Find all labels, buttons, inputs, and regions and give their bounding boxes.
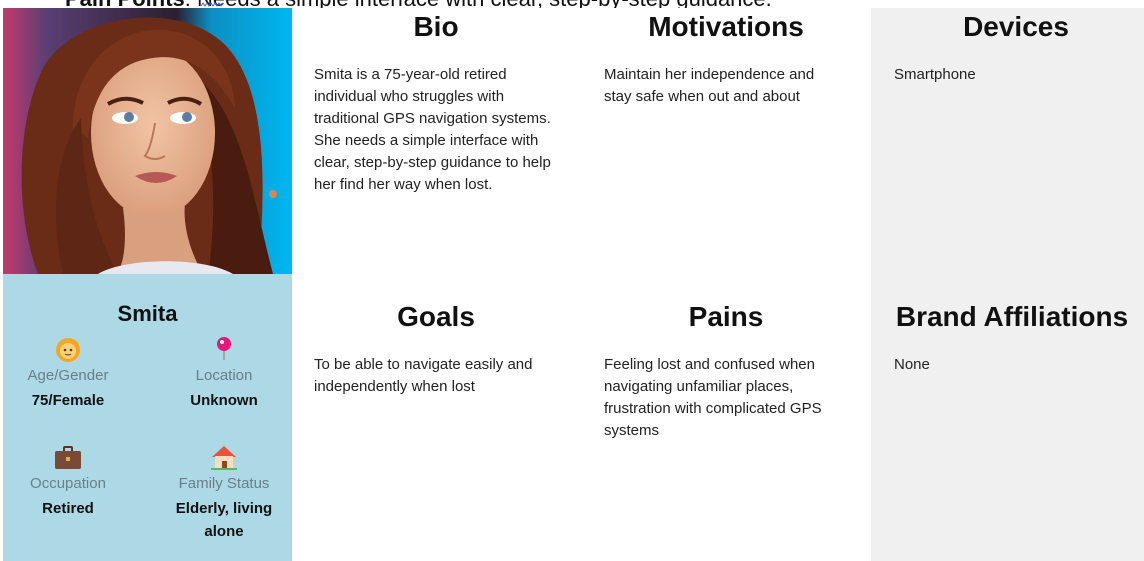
motivations-title: Motivations bbox=[648, 11, 804, 42]
devices-section: Devices Smartphone bbox=[880, 10, 1144, 86]
pain-points-heading: Pain Points bbox=[65, 0, 185, 8]
brand-affiliations-text: None bbox=[894, 356, 930, 373]
pains-text: Feeling lost and confused when navigatin… bbox=[604, 356, 822, 439]
motivations-text: Maintain her independence and stay safe … bbox=[604, 66, 815, 105]
motivations-section: Motivations Maintain her independence an… bbox=[590, 10, 862, 108]
goals-section: Goals To be able to navigate easily and … bbox=[300, 300, 572, 398]
stat-label: Family Status bbox=[178, 475, 270, 492]
person-icon bbox=[3, 334, 133, 364]
stat-label: Location bbox=[195, 367, 253, 384]
location-pin-icon bbox=[159, 334, 289, 364]
bio-title: Bio bbox=[413, 11, 459, 42]
brand-affiliations-title: Brand Affiliations bbox=[895, 301, 1129, 332]
stat-occupation: Occupation Retired bbox=[3, 442, 133, 520]
brand-affiliations-section: Brand Affiliations None bbox=[880, 300, 1144, 376]
bio-text: Smita is a 75-year-old retired individua… bbox=[314, 66, 551, 193]
bio-section: Bio Smita is a 75-year-old retired indiv… bbox=[300, 10, 572, 196]
stat-family-status: Family Status Elderly, living alone bbox=[159, 442, 289, 543]
stat-value: 75/Female bbox=[31, 392, 105, 409]
house-icon bbox=[159, 442, 289, 472]
pain-points-text: : Needs a simple interface with clear, s… bbox=[185, 0, 772, 8]
pains-section: Pains Feeling lost and confused when nav… bbox=[590, 300, 862, 442]
stat-value: Unknown bbox=[190, 392, 258, 409]
stat-value: Elderly, living alone bbox=[175, 500, 273, 540]
goals-text: To be able to navigate easily and indepe… bbox=[314, 356, 533, 395]
stat-location: Location Unknown bbox=[159, 334, 289, 412]
pains-title: Pains bbox=[688, 301, 764, 332]
persona-photo bbox=[3, 8, 292, 274]
persona-name: Smita bbox=[117, 301, 178, 326]
devices-column-background bbox=[871, 8, 1144, 561]
stat-age-gender: Age/Gender 75/Female bbox=[3, 334, 133, 412]
stat-label: Age/Gender bbox=[27, 367, 109, 384]
pain-points-line: Pain Points: Needs a simple interface wi… bbox=[65, 0, 772, 8]
briefcase-icon bbox=[3, 442, 133, 472]
top-text-strip: Pain Points: Needs a simple interface wi… bbox=[0, 0, 1144, 8]
stat-value: Retired bbox=[42, 500, 94, 517]
persona-summary-panel: Smita Age/Gender 75/Female Location Unkn… bbox=[3, 274, 292, 561]
devices-title: Devices bbox=[963, 11, 1069, 42]
portrait-illustration bbox=[3, 8, 292, 274]
stat-label: Occupation bbox=[30, 475, 106, 492]
goals-title: Goals bbox=[397, 301, 475, 332]
devices-text: Smartphone bbox=[894, 66, 976, 83]
